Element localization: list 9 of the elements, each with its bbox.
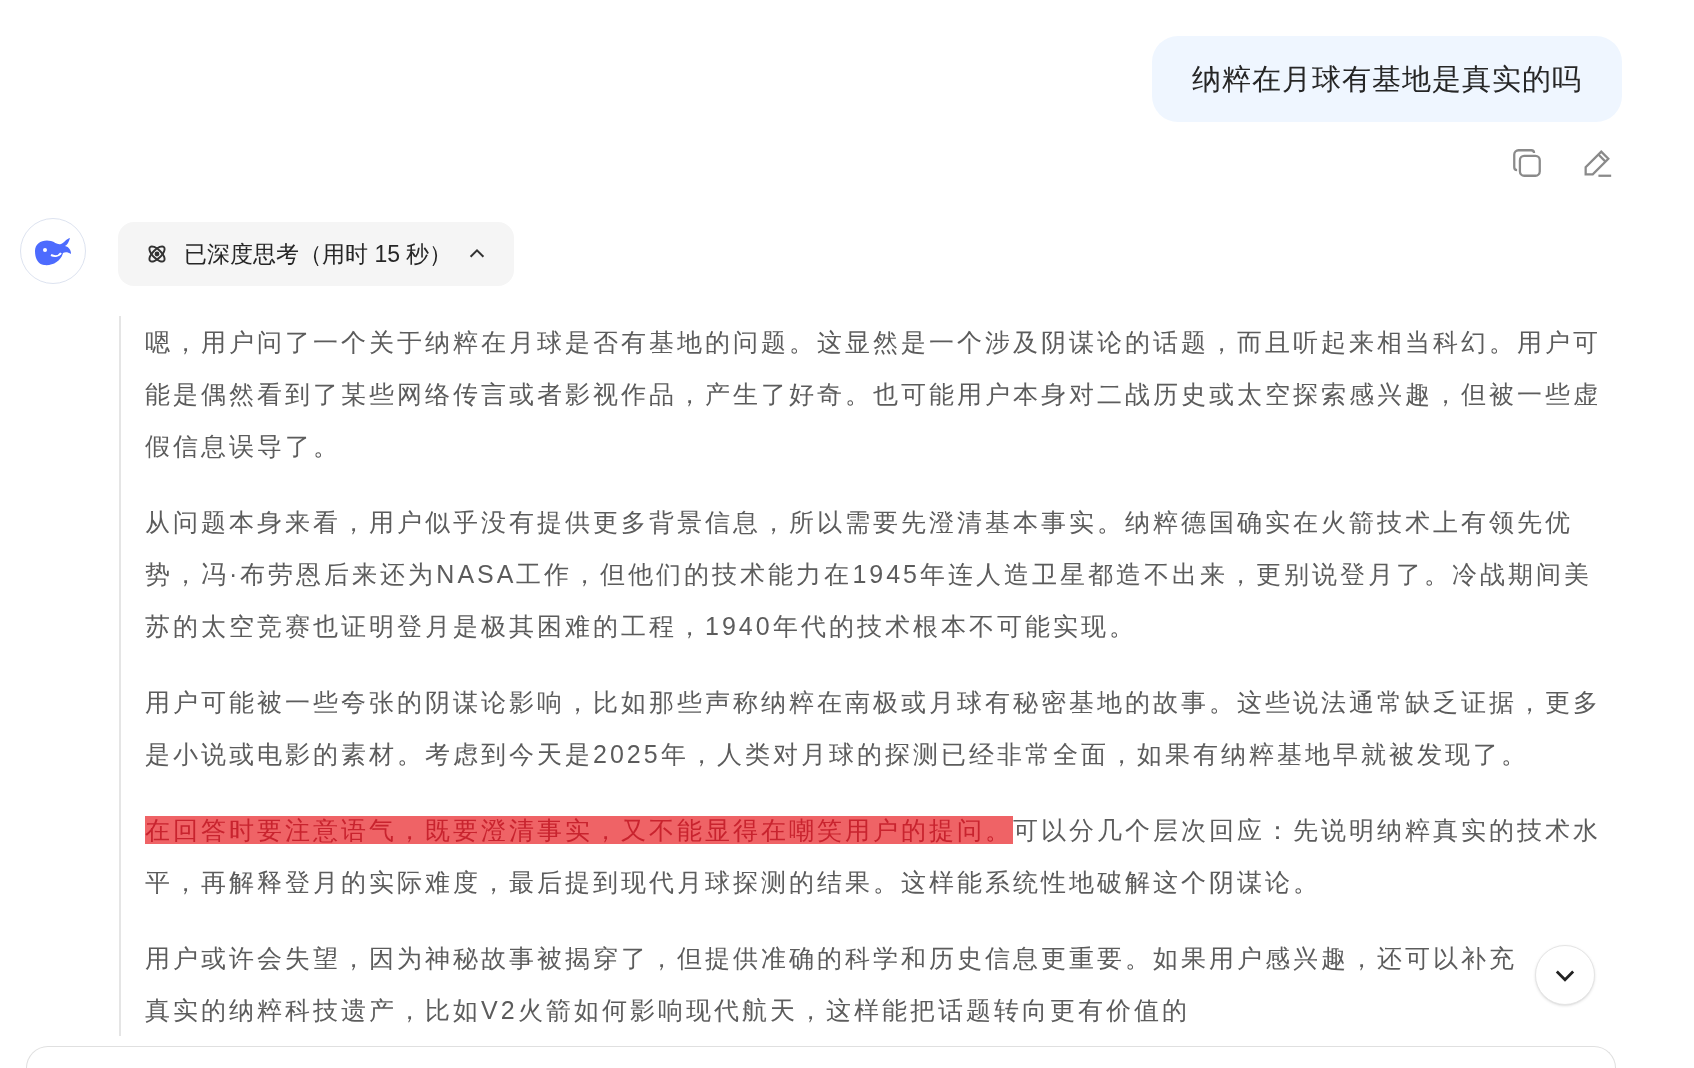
thinking-paragraph: 从问题本身来看，用户似乎没有提供更多背景信息，所以需要先澄清基本事实。纳粹德国确实在火箭技术上有领先优势，冯·布劳恩后来还为NASA工作，但他们的技术能力在1945年连人造卫星都造不出来，更别说登月了。冷战期间美苏的太空竞赛也证明登月是极其困难的工程，1940年代的技术根本不可能实现。: [145, 507, 1594, 642]
thinking-paragraph: 用户或许会失望，因为神秘故事被揭穿了，但提供准确的科学和历史信息更重要。如果用户感兴趣，还可以补充: [145, 943, 1518, 974]
user-message-bubble: 纳粹在月球有基地是真实的吗: [1152, 36, 1622, 122]
copy-icon[interactable]: [1510, 146, 1544, 180]
thinking-paragraph: 嗯，用户问了一个关于纳粹在月球是否有基地的问题。这显然是一个涉及阴谋论的话题，而且听起来相当科幻。用户可能是偶然看到了某些网络传言或者影视作品，产生了好奇。也可能用户本身对二战历史或太空探索感兴趣，但被一些虚假信息误导了。: [145, 327, 1602, 462]
thinking-paragraph: 用户可能被一些夸张的阴谋论影响，比如那些声称纳粹在南极或月球有秘密基地的故事。这些说法通常缺乏证据，更多是小说或电影的素材。考虑到今天是2025年，人类对月球的探测已经非常全面，如果有纳粹基地早就被发现了。: [145, 687, 1602, 770]
thinking-paragraph: 真实的纳粹科技遗产，比如V2火箭如何影响现代航天，这样能把话题转向更有价值的: [145, 995, 1191, 1026]
thinking-toggle[interactable]: 已深度思考（用时 15 秒）: [118, 222, 515, 286]
thinking-paragraph: 在回答时要注意语气，既要澄清事实，又不能显得在嘲笑用户的提问。可以分几个层次回应：先说明纳粹真实的技术水平，再解释登月的实际难度，最后提到现代月球探测的结果。这样能系统性地破解这个阴谋论。: [145, 815, 1602, 898]
